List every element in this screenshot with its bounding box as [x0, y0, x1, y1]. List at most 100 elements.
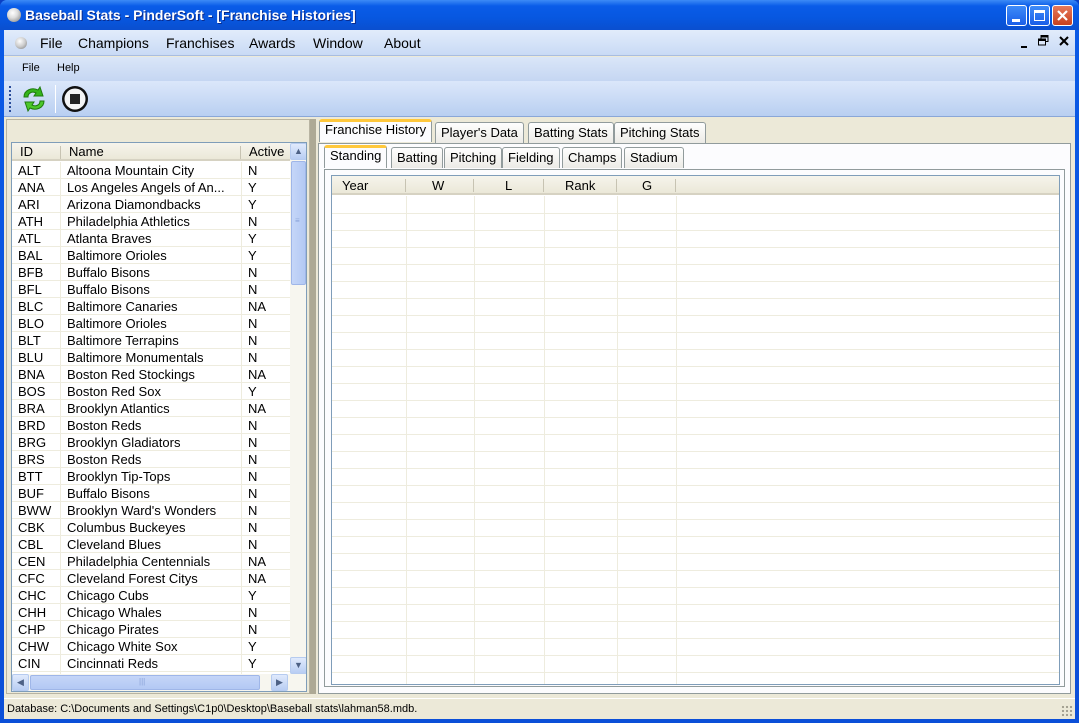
resize-grip-icon[interactable]	[1061, 705, 1073, 717]
mdi-restore-button[interactable]	[1038, 34, 1049, 49]
table-row[interactable]: CIN Cincinnati Reds Y	[12, 655, 290, 672]
table-row[interactable]: CHH Chicago Whales N	[12, 604, 290, 621]
baseball-icon[interactable]	[15, 37, 27, 49]
tab-champs[interactable]: Champs	[562, 147, 623, 168]
tab-pitching-stats[interactable]: Pitching Stats	[614, 122, 706, 143]
mdi-minimize-button[interactable]	[1021, 36, 1027, 51]
column-header-name[interactable]: Name	[69, 144, 104, 159]
toolbar-grip[interactable]	[9, 86, 11, 112]
tab-batting[interactable]: Batting	[391, 147, 444, 168]
table-row[interactable]: CHC Chicago Cubs Y	[12, 587, 290, 604]
horizontal-scrollbar[interactable]: ◀ ||| ▶	[12, 674, 306, 691]
cell-name: Boston Reds	[67, 418, 142, 433]
column-header-year[interactable]: Year	[342, 178, 368, 193]
tab-standing[interactable]: Standing	[324, 145, 388, 168]
menu-file[interactable]: File	[40, 35, 63, 51]
table-row[interactable]: BRS Boston Reds N	[12, 451, 290, 468]
table-row[interactable]: BLT Baltimore Terrapins N	[12, 332, 290, 349]
column-divider[interactable]	[675, 179, 676, 192]
scroll-up-button[interactable]: ▲	[290, 143, 306, 160]
grid-column-line	[676, 196, 677, 684]
refresh-button[interactable]	[18, 84, 50, 114]
menu-champions[interactable]: Champions	[78, 35, 149, 51]
menu-window[interactable]: Window	[313, 35, 363, 51]
cell-id: BAL	[18, 248, 43, 263]
table-row[interactable]: ALT Altoona Mountain City N	[12, 162, 290, 179]
table-row[interactable]: BAL Baltimore Orioles Y	[12, 247, 290, 264]
cell-active: Y	[248, 231, 257, 246]
column-divider[interactable]	[405, 179, 406, 192]
cell-id: ATH	[18, 214, 44, 229]
column-header-active[interactable]: Active	[249, 144, 284, 159]
vertical-scrollbar[interactable]: ▲ ≡ ▼	[290, 143, 306, 674]
menu2-help[interactable]: Help	[57, 62, 80, 74]
table-row[interactable]: BTT Brooklyn Tip-Tops N	[12, 468, 290, 485]
secondary-menu-bar: File Help	[4, 57, 1075, 81]
menu-about[interactable]: About	[384, 35, 421, 51]
column-header-l[interactable]: L	[505, 178, 512, 193]
table-row[interactable]: CHP Chicago Pirates N	[12, 621, 290, 638]
refresh-icon	[23, 85, 45, 113]
table-row[interactable]: CBL Cleveland Blues N	[12, 536, 290, 553]
cell-id: BLC	[18, 299, 44, 314]
column-divider[interactable]	[543, 179, 544, 192]
vertical-scroll-thumb[interactable]: ≡	[291, 161, 306, 285]
standing-grid[interactable]: Year W L Rank G	[331, 175, 1060, 685]
horizontal-scroll-thumb[interactable]: |||	[30, 675, 260, 690]
tab-franchise-history[interactable]: Franchise History	[319, 119, 433, 142]
table-row[interactable]: BFL Buffalo Bisons N	[12, 281, 290, 298]
scroll-right-button[interactable]: ▶	[271, 674, 288, 691]
cell-id: CHC	[18, 588, 47, 603]
column-header-g[interactable]: G	[642, 178, 652, 193]
tab-fielding[interactable]: Fielding	[502, 147, 560, 168]
menu-franchises[interactable]: Franchises	[166, 35, 234, 51]
cell-name: Buffalo Bisons	[67, 282, 150, 297]
tab-stadium[interactable]: Stadium	[624, 147, 684, 168]
column-header-w[interactable]: W	[432, 178, 444, 193]
table-row[interactable]: ANA Los Angeles Angels of An... Y	[12, 179, 290, 196]
grid-row-line	[332, 434, 1059, 435]
table-row[interactable]: BFB Buffalo Bisons N	[12, 264, 290, 281]
tab-pitching[interactable]: Pitching	[444, 147, 503, 168]
table-row[interactable]: CEN Philadelphia Centennials NA	[12, 553, 290, 570]
franchise-grid-header: ID Name Active	[12, 143, 290, 161]
grid-row-line	[332, 621, 1059, 622]
table-row[interactable]: CBK Columbus Buckeyes N	[12, 519, 290, 536]
table-row[interactable]: BNA Boston Red Stockings NA	[12, 366, 290, 383]
table-row[interactable]: BRD Boston Reds N	[12, 417, 290, 434]
table-row[interactable]: ATH Philadelphia Athletics N	[12, 213, 290, 230]
table-row[interactable]: BLO Baltimore Orioles N	[12, 315, 290, 332]
tab-batting-stats[interactable]: Batting Stats	[528, 122, 614, 143]
table-row[interactable]: BUF Buffalo Bisons N	[12, 485, 290, 502]
column-divider[interactable]	[60, 146, 61, 159]
maximize-button[interactable]	[1029, 5, 1050, 26]
table-row[interactable]: BRG Brooklyn Gladiators N	[12, 434, 290, 451]
column-divider[interactable]	[240, 146, 241, 159]
column-header-id[interactable]: ID	[20, 144, 33, 159]
menu2-file[interactable]: File	[22, 62, 40, 74]
table-row[interactable]: BOS Boston Red Sox Y	[12, 383, 290, 400]
title-bar[interactable]: Baseball Stats - PinderSoft - [Franchise…	[0, 0, 1079, 30]
scroll-down-button[interactable]: ▼	[290, 657, 306, 674]
tab-players-data[interactable]: Player's Data	[435, 122, 524, 143]
stop-button[interactable]	[60, 84, 90, 114]
table-row[interactable]: BLU Baltimore Monumentals N	[12, 349, 290, 366]
franchise-grid[interactable]: ID Name Active ALT Altoona Mountain City N…	[11, 142, 307, 692]
table-row[interactable]: CFC Cleveland Forest Citys NA	[12, 570, 290, 587]
table-row[interactable]: BRA Brooklyn Atlantics NA	[12, 400, 290, 417]
grid-row-line	[332, 502, 1059, 503]
column-divider[interactable]	[616, 179, 617, 192]
table-row[interactable]: BLC Baltimore Canaries NA	[12, 298, 290, 315]
tab-label: Batting	[397, 150, 438, 165]
mdi-close-button[interactable]	[1059, 34, 1069, 49]
column-divider[interactable]	[473, 179, 474, 192]
minimize-button[interactable]	[1006, 5, 1027, 26]
table-row[interactable]: ARI Arizona Diamondbacks Y	[12, 196, 290, 213]
menu-awards[interactable]: Awards	[249, 35, 295, 51]
table-row[interactable]: ATL Atlanta Braves Y	[12, 230, 290, 247]
table-row[interactable]: BWW Brooklyn Ward's Wonders N	[12, 502, 290, 519]
close-button[interactable]	[1052, 5, 1073, 26]
column-header-rank[interactable]: Rank	[565, 178, 595, 193]
table-row[interactable]: CHW Chicago White Sox Y	[12, 638, 290, 655]
scroll-left-button[interactable]: ◀	[12, 674, 29, 691]
